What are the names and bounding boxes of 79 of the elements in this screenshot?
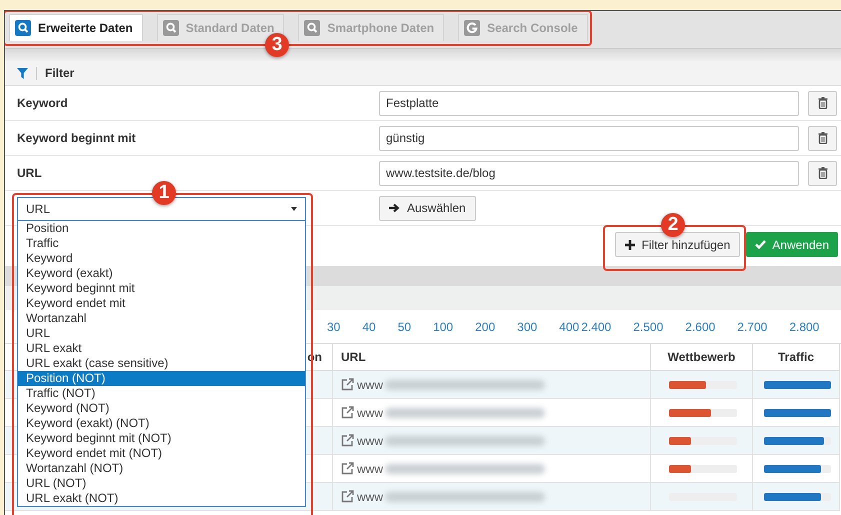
dropdown-option[interactable]: Wortanzahl (NOT): [18, 461, 305, 476]
dropdown-option[interactable]: URL exakt: [18, 341, 305, 356]
caret-icon: [291, 207, 297, 211]
dropdown-option[interactable]: URL exakt (case sensitive): [18, 356, 305, 371]
page-link[interactable]: 2.800: [789, 318, 820, 336]
dropdown-option[interactable]: Traffic (NOT): [18, 386, 305, 401]
filter-label: Keyword: [17, 95, 69, 112]
dropdown-option[interactable]: Position: [18, 221, 305, 236]
competition-bar: [669, 408, 737, 416]
dropdown-option[interactable]: URL (NOT): [18, 476, 305, 491]
external-link-icon: [341, 490, 354, 503]
external-link-icon: [341, 434, 354, 447]
dropdown-option[interactable]: Keyword (exakt) (NOT): [18, 416, 305, 431]
g-logo-icon: [464, 20, 480, 36]
callout-badge: 1: [152, 181, 176, 205]
column-header: Wettbewerb: [668, 349, 736, 366]
page-link[interactable]: 2.500: [633, 318, 664, 336]
page-link[interactable]: 100: [433, 318, 454, 336]
filter-input[interactable]: günstig: [379, 126, 799, 150]
column-header: URL: [341, 349, 366, 366]
url-link[interactable]: www: [357, 376, 383, 394]
delete-button[interactable]: [808, 160, 837, 186]
competition-bar: [669, 436, 737, 444]
arrow-right-icon: [389, 203, 400, 213]
external-link-icon: [341, 378, 354, 391]
page-link[interactable]: 2.400: [581, 318, 612, 336]
page-link[interactable]: 2.600: [685, 318, 716, 336]
page-link[interactable]: 200: [475, 318, 496, 336]
dropdown-option[interactable]: Position (NOT): [18, 371, 305, 386]
delete-button[interactable]: [808, 126, 837, 150]
dropdown-option[interactable]: Keyword (NOT): [18, 401, 305, 416]
trash-icon: [818, 167, 828, 179]
filter-label: URL: [17, 165, 43, 182]
page-link[interactable]: 50: [398, 318, 412, 336]
traffic-bar: [764, 408, 831, 416]
filter-label: Keyword beginnt mit: [17, 130, 137, 147]
page-link[interactable]: 2.700: [737, 318, 768, 336]
dropdown-option[interactable]: Keyword endet mit (NOT): [18, 446, 305, 461]
filter-input[interactable]: Festplatte: [379, 90, 799, 116]
dropdown-option[interactable]: URL: [18, 326, 305, 341]
delete-button[interactable]: [808, 90, 837, 116]
url-link[interactable]: www: [357, 460, 383, 478]
competition-bar: [669, 464, 737, 472]
url-link[interactable]: www: [357, 488, 383, 506]
tab[interactable]: Erweiterte Daten: [9, 14, 143, 41]
traffic-bar: [764, 492, 831, 500]
page-link[interactable]: 30: [327, 318, 340, 336]
search-icon: [304, 20, 320, 36]
filter-input[interactable]: www.testsite.de/blog: [379, 160, 799, 186]
page-link[interactable]: 400: [559, 318, 580, 336]
search-icon: [15, 20, 31, 36]
callout-badge: 2: [661, 213, 685, 237]
filter-title: Filter: [45, 65, 74, 82]
dropdown-option[interactable]: Keyword: [18, 251, 305, 266]
select-field[interactable]: URL: [17, 197, 306, 221]
traffic-bar: [764, 380, 831, 388]
trash-icon: [818, 132, 828, 144]
dropdown-option[interactable]: Keyword beginnt mit: [18, 281, 305, 296]
url-link[interactable]: www: [357, 404, 383, 422]
dropdown-option[interactable]: Keyword beginnt mit (NOT): [18, 431, 305, 446]
dropdown-option[interactable]: Traffic: [18, 236, 305, 251]
filter-icon: [17, 68, 28, 78]
dropdown-option[interactable]: URL exakt (NOT): [18, 491, 305, 506]
trash-icon: [818, 97, 828, 109]
select-button[interactable]: Auswählen: [379, 196, 476, 220]
traffic-bar: [764, 464, 831, 472]
column-header: Traffic: [778, 349, 814, 366]
page-link[interactable]: 40: [362, 318, 376, 336]
external-link-icon: [341, 462, 354, 475]
add-filter-button[interactable]: Filter hinzufügen: [614, 232, 740, 257]
dropdown-option[interactable]: Wortanzahl: [18, 311, 305, 326]
check-icon: [755, 240, 766, 249]
search-icon: [162, 20, 179, 36]
traffic-bar: [764, 436, 831, 444]
external-link-icon: [341, 406, 354, 419]
url-link[interactable]: www: [357, 432, 383, 450]
page-link[interactable]: 300: [517, 318, 538, 336]
competition-bar: [669, 380, 737, 388]
plus-icon: [624, 240, 635, 250]
